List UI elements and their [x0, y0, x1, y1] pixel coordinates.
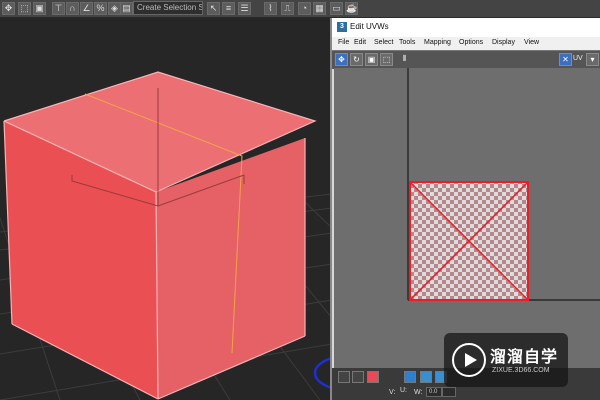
- menu-display[interactable]: Display: [492, 39, 515, 46]
- menu-select[interactable]: Select: [374, 39, 393, 46]
- spinner-field[interactable]: [442, 387, 456, 397]
- rotate-ccw-icon[interactable]: [420, 371, 432, 383]
- layers-icon[interactable]: ≡: [222, 2, 235, 15]
- uv-dropdown-icon[interactable]: ▾: [586, 53, 599, 66]
- rotate-uv-icon[interactable]: ↻: [350, 53, 363, 66]
- render-icon[interactable]: ☕: [345, 2, 358, 15]
- watermark-title: 溜溜自学: [490, 349, 559, 366]
- uv-editor-graphics: [407, 68, 600, 301]
- align-list-icon[interactable]: ☰: [238, 2, 251, 15]
- u-label: U:: [400, 387, 407, 394]
- schematic-icon[interactable]: ⎍: [281, 2, 294, 15]
- named-selection-icon[interactable]: ▤: [120, 2, 133, 15]
- viewport-scene: [0, 71, 332, 400]
- menu-view[interactable]: View: [524, 39, 539, 46]
- render-frame-icon[interactable]: ▭: [330, 2, 343, 15]
- max-logo-icon: 3: [337, 22, 347, 32]
- vertex-mode-icon[interactable]: [338, 371, 350, 383]
- window-title: Edit UVWs: [350, 22, 389, 31]
- menu-tools[interactable]: Tools: [399, 39, 415, 46]
- uv-toolbar: ✥ ↻ ▣ ⬚ ⫴ ✕ UV ▾: [332, 50, 600, 69]
- scale-icon[interactable]: ⬚: [18, 2, 31, 15]
- menu-options[interactable]: Options: [459, 39, 483, 46]
- v-label: V:: [389, 389, 396, 396]
- scale-uv-icon[interactable]: ▣: [365, 53, 378, 66]
- menu-mapping[interactable]: Mapping: [424, 39, 451, 46]
- w-label: W:: [414, 389, 423, 396]
- cube-icon[interactable]: ▣: [33, 2, 46, 15]
- move-uv-icon[interactable]: ✥: [335, 53, 348, 66]
- uv-axis-label[interactable]: UV: [573, 55, 583, 62]
- material-editor-icon[interactable]: ◔: [298, 2, 311, 15]
- play-logo-icon: [452, 343, 486, 377]
- snap-angle-icon[interactable]: ∠: [80, 2, 93, 15]
- max-screen: ✥ ⬚ ▣ ⊤ ∩ ∠ % ◈ ▤ Create Selection Se ↖ …: [0, 0, 600, 400]
- snap-2d-icon[interactable]: ∩: [66, 2, 79, 15]
- uv-titlebar: 3 Edit UVWs: [332, 18, 600, 37]
- named-selection-dropdown[interactable]: Create Selection Se: [133, 1, 203, 15]
- menu-file[interactable]: File: [338, 39, 349, 46]
- show-map-icon[interactable]: ✕: [559, 53, 572, 66]
- align-icon[interactable]: ⊤: [52, 2, 65, 15]
- uv-menubar: File Edit Select Tools Mapping Options D…: [332, 37, 600, 50]
- soft-select-icon[interactable]: [404, 371, 416, 383]
- perspective-viewport[interactable]: [0, 18, 332, 400]
- menu-edit[interactable]: Edit: [354, 39, 366, 46]
- mirror-icon[interactable]: ⫴: [398, 53, 411, 66]
- curve-editor-icon[interactable]: ⌇: [264, 2, 277, 15]
- polygon-mode-icon[interactable]: [367, 371, 379, 383]
- edge-mode-icon[interactable]: [352, 371, 364, 383]
- render-setup-icon[interactable]: ▦: [313, 2, 326, 15]
- main-toolbar: ✥ ⬚ ▣ ⊤ ∩ ∠ % ◈ ▤ Create Selection Se ↖ …: [0, 0, 600, 18]
- w-value-field[interactable]: 0.0: [426, 387, 442, 397]
- move-icon[interactable]: ✥: [2, 2, 15, 15]
- percent-snap-icon[interactable]: %: [94, 2, 107, 15]
- watermark: 溜溜自学 ZIXUE.3D66.COM: [444, 333, 568, 387]
- watermark-url: ZIXUE.3D66.COM: [492, 367, 550, 374]
- select-cursor-icon[interactable]: ↖: [207, 2, 220, 15]
- freeform-icon[interactable]: ⬚: [380, 53, 393, 66]
- uv-editor-canvas[interactable]: [334, 68, 600, 368]
